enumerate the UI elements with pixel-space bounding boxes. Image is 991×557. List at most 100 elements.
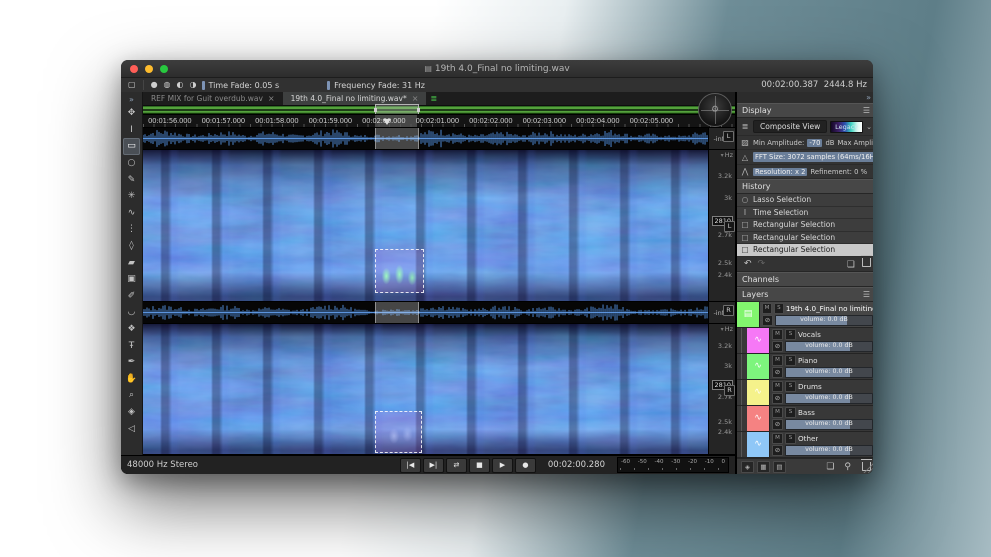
go-to-end-button[interactable]: ▶|: [423, 458, 444, 473]
pen-tool[interactable]: ✒: [123, 354, 140, 371]
chevron-down-icon[interactable]: ⌄: [866, 123, 872, 131]
layer-row-other[interactable]: ∿ M S Other ⊘ volume: 0.0 dB: [737, 432, 873, 458]
spectrogram-right[interactable]: [143, 324, 708, 454]
history-item-rect-3[interactable]: □ Rectangular Selection: [737, 244, 873, 257]
intersect-selection-mode-icon[interactable]: ◑: [189, 80, 198, 90]
layer-thumbnail[interactable]: ▤: [737, 302, 760, 327]
delete-icon[interactable]: [862, 258, 871, 267]
stamp-tool[interactable]: ▣: [123, 271, 140, 288]
brush-selection-tool[interactable]: ✎: [123, 171, 140, 188]
gum-eraser-tool[interactable]: ▰: [123, 254, 140, 271]
add-selection-mode-icon[interactable]: ◍: [163, 80, 172, 90]
mute-button[interactable]: M: [772, 407, 783, 418]
unmix-icon[interactable]: ⚲: [841, 462, 854, 472]
mute-button[interactable]: M: [772, 355, 783, 366]
time-ruler[interactable]: 00:01:56.000 00:01:57.000 00:01:58.000 0…: [143, 114, 735, 128]
zoom-tool[interactable]: ⌕: [123, 387, 140, 404]
frequency-unit[interactable]: ▾Hz: [721, 325, 733, 333]
frequency-selection-tool[interactable]: ∿: [123, 205, 140, 222]
layer-row-piano[interactable]: ∿ M S Piano ⊘ volume: 0.0 dB: [737, 354, 873, 380]
hamburger-menu-icon[interactable]: ☰: [863, 106, 870, 115]
transform-tool[interactable]: ✥: [123, 105, 140, 122]
visibility-icon[interactable]: ⊘: [772, 393, 783, 404]
pan-wheel[interactable]: ⚙: [698, 93, 732, 127]
history-item-rect-2[interactable]: □ Rectangular Selection: [737, 232, 873, 245]
channels-section-header[interactable]: Channels: [737, 272, 873, 287]
display-section-header[interactable]: Display ☰: [737, 103, 873, 118]
history-item-time[interactable]: I Time Selection: [737, 207, 873, 220]
waveform-left[interactable]: [143, 128, 708, 149]
solo-button[interactable]: S: [785, 433, 796, 444]
visibility-icon[interactable]: ⊘: [762, 315, 773, 326]
new-selection-mode-icon[interactable]: ▢: [127, 80, 137, 90]
gear-icon[interactable]: ⚙: [711, 105, 719, 115]
playhead-marker[interactable]: [383, 119, 391, 125]
layer-row-drums[interactable]: ∿ M S Drums ⊘ volume: 0.0 dB: [737, 380, 873, 406]
rectangular-selection-tool[interactable]: ▭: [123, 138, 140, 155]
new-layer-icon[interactable]: ❏: [823, 462, 837, 472]
layer-thumbnail[interactable]: ∿: [747, 354, 770, 379]
volume-slider[interactable]: volume: 0.0 dB: [785, 367, 873, 378]
subtract-selection-mode-icon[interactable]: ◐: [176, 80, 185, 90]
frequency-unit[interactable]: ▾Hz: [721, 151, 733, 159]
fft-size-slider[interactable]: FFT Size: 3072 samples (64ms/16Hz): [753, 152, 873, 162]
colormap-dropdown[interactable]: Legacy: [830, 121, 863, 133]
lasso-selection-tool[interactable]: ○: [123, 155, 140, 172]
time-fade-slider[interactable]: [202, 81, 205, 90]
solo-all-button[interactable]: ▤: [773, 461, 786, 473]
heal-tool[interactable]: ❖: [123, 321, 140, 338]
hamburger-menu-icon[interactable]: ☰: [863, 290, 870, 299]
spectral-selection-left[interactable]: [375, 249, 424, 293]
solo-button[interactable]: S: [785, 407, 796, 418]
3d-view-tool[interactable]: ◈: [123, 404, 140, 421]
solo-button[interactable]: S: [774, 303, 784, 314]
time-selection-tool[interactable]: I: [123, 122, 140, 139]
clone-brush-tool[interactable]: ✐: [123, 288, 140, 305]
composite-view-button[interactable]: Composite View: [753, 120, 827, 133]
visibility-icon[interactable]: ⊘: [772, 419, 783, 430]
scrollbar-badge-left[interactable]: L: [724, 221, 735, 232]
playback-tool[interactable]: ◁: [123, 420, 140, 437]
layer-row-vocals[interactable]: ∿ M S Vocals ⊘ volume: 0.0 dB: [737, 328, 873, 354]
mute-all-button[interactable]: ▦: [757, 461, 770, 473]
min-amplitude-value[interactable]: -70: [807, 139, 822, 147]
blend-mode-button[interactable]: ◈: [741, 461, 754, 473]
play-button[interactable]: ▶: [492, 458, 513, 473]
collapse-tools-icon[interactable]: »: [123, 93, 140, 105]
mute-button[interactable]: M: [772, 433, 783, 444]
eraser-tool[interactable]: ◊: [123, 238, 140, 255]
solo-button[interactable]: S: [785, 381, 796, 392]
text-transform-tool[interactable]: Ŧ: [123, 337, 140, 354]
go-to-start-button[interactable]: |◀: [400, 458, 421, 473]
volume-slider[interactable]: volume: 0.0 dB: [785, 393, 873, 404]
tab-ref-mix[interactable]: REF MIX for Guit overdub.wav ×: [143, 92, 283, 105]
frequency-scale-right[interactable]: ▾Hz 3.2k 3k 2810 2.7k 2.5k 2.4k R: [708, 324, 735, 454]
history-item-lasso[interactable]: ○ Lasso Selection: [737, 194, 873, 207]
stop-button[interactable]: ■: [469, 458, 490, 473]
layer-thumbnail[interactable]: ∿: [747, 432, 770, 457]
layer-thumbnail[interactable]: ∿: [747, 380, 770, 405]
replace-selection-mode-icon[interactable]: ●: [150, 80, 159, 90]
close-tab-icon[interactable]: ×: [412, 94, 419, 103]
frequency-fade-slider[interactable]: [327, 81, 330, 90]
resolution-slider[interactable]: Resolution: x 2: [753, 168, 807, 176]
layer-row-bass[interactable]: ∿ M S Bass ⊘ volume: 0.0 dB: [737, 406, 873, 432]
visibility-icon[interactable]: ⊘: [772, 341, 783, 352]
frequency-scale-left[interactable]: ▾Hz 3.2k 3k 2810 2.7k 2.5k 2.4k L: [708, 150, 735, 301]
solo-button[interactable]: S: [785, 355, 796, 366]
overview-navigator[interactable]: [143, 105, 735, 114]
collapse-panel-icon[interactable]: »: [866, 93, 871, 102]
frequency-fade-label[interactable]: Frequency Fade: 31 Hz: [334, 81, 425, 90]
scrollbar-badge-right[interactable]: R: [724, 385, 735, 396]
layer-thumbnail[interactable]: ∿: [747, 406, 770, 431]
mute-button[interactable]: M: [772, 381, 783, 392]
spectrogram-left[interactable]: [143, 150, 708, 301]
layer-row-master[interactable]: ▤ M S 19th 4.0_Final no limiting.w ⊘ vol…: [737, 302, 873, 328]
time-fade-label[interactable]: Time Fade: 0.05 s: [209, 81, 280, 90]
layers-section-header[interactable]: Layers ☰: [737, 287, 873, 302]
close-tab-icon[interactable]: ×: [268, 94, 275, 103]
duplicate-icon[interactable]: ❏: [844, 260, 858, 270]
hand-tool[interactable]: ✋: [123, 371, 140, 388]
redo-icon[interactable]: ↷: [755, 259, 769, 269]
volume-slider[interactable]: volume: 0.0 dB: [785, 445, 873, 456]
